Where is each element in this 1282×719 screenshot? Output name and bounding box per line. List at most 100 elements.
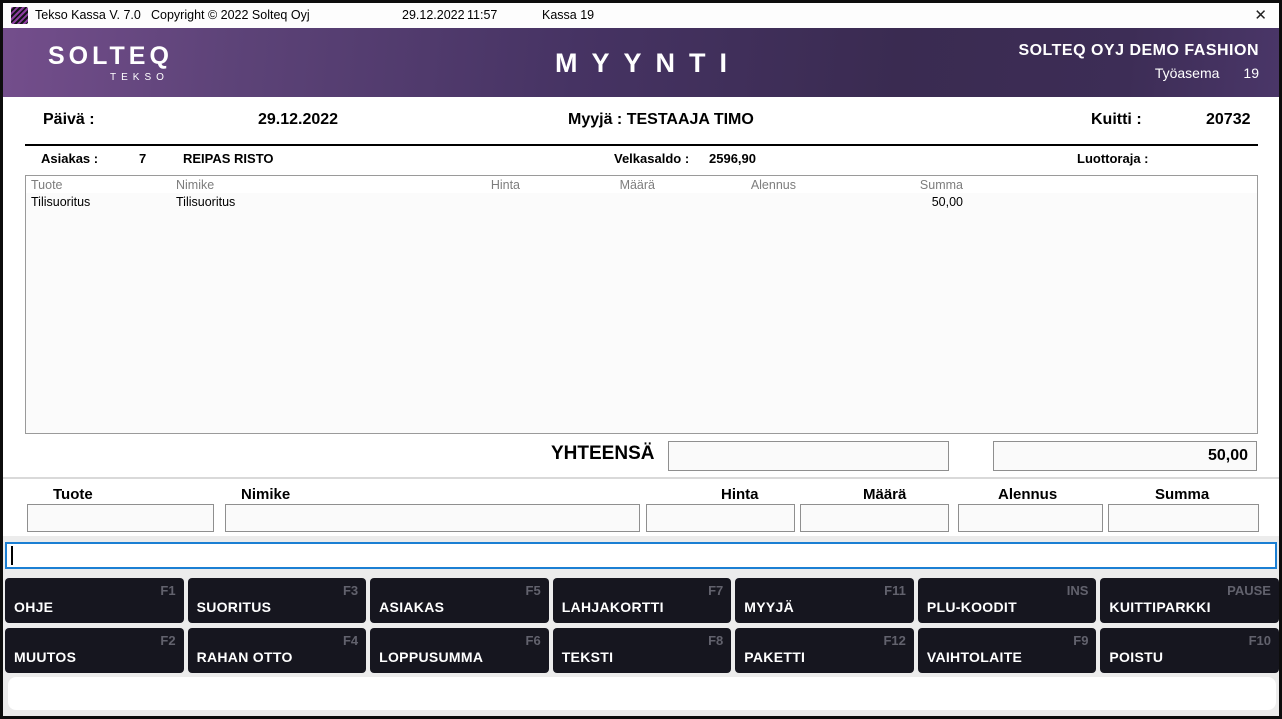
fkey-shortcut: F5 [526, 583, 541, 598]
fkey-poistu-button[interactable]: POISTU F10 [1100, 628, 1279, 673]
fkey-label: POISTU [1109, 649, 1163, 665]
entry-input-hinta[interactable] [646, 504, 795, 532]
credit-limit-label: Luottoraja : [1077, 151, 1149, 166]
seller-group: Myyjä : TESTAAJA TIMO [568, 111, 754, 129]
fkey-label: KUITTIPARKKI [1109, 599, 1210, 615]
fkey-label: VAIHTOLAITE [927, 649, 1022, 665]
entry-label-alennus: Alennus [998, 486, 1057, 503]
app-window: Tekso Kassa V. 7.0 Copyright © 2022 Solt… [0, 0, 1282, 719]
logo-secondary: TEKSO [110, 72, 173, 83]
fkey-rahan-otto-button[interactable]: RAHAN OTTO F4 [188, 628, 367, 673]
header-store-info: SOLTEQ OYJ DEMO FASHION Työasema 19 [1018, 42, 1259, 81]
cell-summa: 50,00 [796, 195, 963, 209]
fkey-shortcut: INS [1067, 583, 1089, 598]
fkey-ohje-button[interactable]: OHJE F1 [5, 578, 184, 623]
fkey-shortcut: F6 [526, 633, 541, 648]
fkey-loppusumma-button[interactable]: LOPPUSUMMA F6 [370, 628, 549, 673]
titlebar-register: Kassa 19 [542, 3, 594, 28]
date-label: Päivä : [43, 111, 95, 129]
cell-hinta [461, 195, 520, 209]
fkey-label: PLU-KOODIT [927, 599, 1017, 615]
entry-input-tuote[interactable] [27, 504, 214, 532]
customer-label: Asiakas : [41, 151, 98, 166]
fkey-shortcut: F11 [884, 583, 906, 598]
customer-name: REIPAS RISTO [183, 151, 274, 166]
cell-alennus [655, 195, 796, 209]
entry-input-alennus[interactable] [958, 504, 1103, 532]
page-title: MYYNTI [541, 48, 741, 79]
column-header-nimike: Nimike [176, 178, 461, 192]
items-table: TuoteNimikeHintaMääräAlennusSummaTilisuo… [25, 175, 1258, 434]
entry-input-maara[interactable] [800, 504, 949, 532]
fkey-shortcut: F12 [883, 633, 905, 648]
entry-label-summa: Summa [1155, 486, 1209, 503]
cell-tuote: Tilisuoritus [31, 195, 176, 209]
table-row[interactable]: TilisuoritusTilisuoritus 50,00 [26, 193, 1257, 210]
receipt-label: Kuitti : [1091, 111, 1142, 129]
command-input[interactable] [5, 542, 1277, 569]
fkey-label: TEKSTI [562, 649, 614, 665]
titlebar: Tekso Kassa V. 7.0 Copyright © 2022 Solt… [3, 3, 1279, 28]
section-divider [3, 477, 1279, 479]
fkey-label: LOPPUSUMMA [379, 649, 483, 665]
fkey-teksti-button[interactable]: TEKSTI F8 [553, 628, 732, 673]
text-caret [11, 546, 13, 565]
seller-label: Myyjä : [568, 111, 622, 128]
entry-input-summa[interactable] [1108, 504, 1259, 532]
entry-label-tuote: Tuote [53, 486, 93, 503]
logo-primary: SOLTEQ [48, 42, 173, 71]
entry-label-maara: Määrä [863, 486, 906, 503]
fkey-label: RAHAN OTTO [197, 649, 293, 665]
debt-value: 2596,90 [709, 151, 756, 166]
fkey-asiakas-button[interactable]: ASIAKAS F5 [370, 578, 549, 623]
fkey-myyja-button[interactable]: MYYJÄF11 [735, 578, 914, 623]
fkey-plu-koodit-button[interactable]: PLU-KOODIT INS [918, 578, 1097, 623]
fkey-shortcut: F3 [343, 583, 358, 598]
column-header-alennus: Alennus [655, 178, 796, 192]
fkey-shortcut: F8 [708, 633, 723, 648]
workstation-value: 19 [1243, 65, 1259, 81]
fkey-vaihtolaite-button[interactable]: VAIHTOLAITE F9 [918, 628, 1097, 673]
fkey-muutos-button[interactable]: MUUTOSF2 [5, 628, 184, 673]
titlebar-app-title: Tekso Kassa V. 7.0 [35, 3, 141, 28]
fkey-label: ASIAKAS [379, 599, 444, 615]
titlebar-date: 29.12.2022 [402, 3, 465, 28]
fkey-shortcut: F4 [343, 633, 358, 648]
column-header-maara: Määrä [520, 178, 655, 192]
receipt-value: 20732 [1206, 111, 1251, 129]
function-key-grid: OHJE F1 SUORITUSF3 ASIAKAS F5 LAHJAKORTTI F7 MY… [5, 578, 1279, 673]
titlebar-copyright: Copyright © 2022 Solteq Oyj [151, 3, 310, 28]
store-name: SOLTEQ OYJ DEMO FASHION [1018, 42, 1259, 60]
fkey-label: LAHJAKORTTI [562, 599, 664, 615]
fkey-label: MUUTOS [14, 649, 76, 665]
fkey-shortcut: F10 [1249, 633, 1271, 648]
entry-input-nimike[interactable] [225, 504, 640, 532]
customer-number: 7 [139, 151, 146, 166]
fkey-paketti-button[interactable]: PAKETTIF12 [735, 628, 914, 673]
app-header: SOLTEQ TEKSO MYYNTI SOLTEQ OYJ DEMO FASH… [3, 28, 1279, 97]
fkey-label: OHJE [14, 599, 53, 615]
close-icon[interactable]: ✕ [1250, 3, 1271, 28]
app-icon [11, 7, 28, 24]
date-value: 29.12.2022 [258, 111, 338, 129]
seller-value: TESTAAJA TIMO [627, 111, 754, 128]
fkey-lahjakortti-button[interactable]: LAHJAKORTTI F7 [553, 578, 732, 623]
debt-label: Velkasaldo : [614, 151, 689, 166]
column-header-hinta: Hinta [461, 178, 520, 192]
total-label: YHTEENSÄ [551, 443, 654, 465]
status-strip [8, 677, 1276, 710]
fkey-kuittiparkki-button[interactable]: KUITTIPARKKIPAUSE [1100, 578, 1279, 623]
cell-maara [520, 195, 655, 209]
column-header-summa: Summa [796, 178, 963, 192]
fkey-shortcut: F1 [160, 583, 175, 598]
cell-nimike: Tilisuoritus [176, 195, 461, 209]
fkey-shortcut: F7 [708, 583, 723, 598]
total-entry-field[interactable] [668, 441, 949, 471]
fkey-suoritus-button[interactable]: SUORITUSF3 [188, 578, 367, 623]
total-amount-field: 50,00 [993, 441, 1257, 471]
titlebar-time: 11:57 [467, 3, 497, 28]
entry-label-nimike: Nimike [241, 486, 290, 503]
table-header-row: TuoteNimikeHintaMääräAlennusSumma [26, 176, 1257, 193]
workstation-label: Työasema [1155, 65, 1220, 81]
fkey-shortcut: F9 [1073, 633, 1088, 648]
